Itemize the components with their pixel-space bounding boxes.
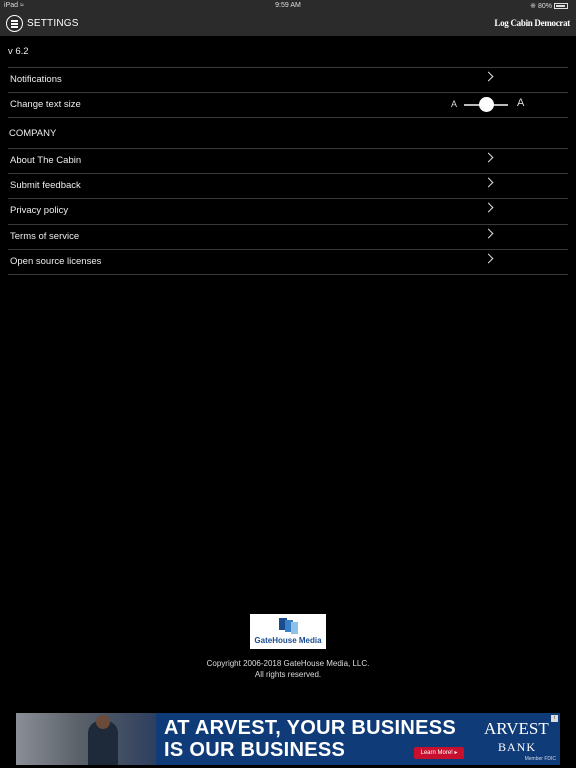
status-bar: iPad ≈ 9:59 AM ※ 80% <box>0 0 576 12</box>
section-title-company: COMPANY <box>9 128 57 139</box>
gatehouse-logo: GateHouse Media <box>250 614 326 649</box>
row-label: Privacy policy <box>10 205 69 216</box>
chevron-right-icon <box>483 152 494 163</box>
notifications-row[interactable]: Notifications <box>0 67 576 92</box>
rights-line: All rights reserved. <box>254 670 322 679</box>
text-size-slider[interactable]: A A <box>448 97 532 112</box>
slider-thumb[interactable] <box>478 97 494 112</box>
ad-member-fdic: Member FDIC <box>524 756 556 762</box>
row-label: Notifications <box>10 74 62 85</box>
chevron-right-icon <box>483 253 494 264</box>
terms-row[interactable]: Terms of service <box>0 224 576 249</box>
ad-banner[interactable]: AT ARVEST, YOUR BUSINESS IS OUR BUSINESS… <box>16 713 560 765</box>
nav-bar: SETTINGS Log Cabin Democrat <box>0 12 576 36</box>
feedback-row[interactable]: Submit feedback <box>0 173 576 198</box>
row-label: Terms of service <box>10 231 80 242</box>
row-label: About The Cabin <box>10 155 82 166</box>
battery-status: ※ 80% <box>530 2 568 10</box>
chevron-right-icon <box>483 228 494 239</box>
small-text-icon: A <box>451 99 458 109</box>
battery-icon <box>554 3 568 10</box>
licenses-row[interactable]: Open source licenses <box>0 249 576 274</box>
ad-bank-logo: ARVEST <box>484 719 549 738</box>
copyright-line: Copyright 2006-2018 GateHouse Media, LLC… <box>206 659 370 668</box>
ad-photo <box>16 713 156 765</box>
ad-headline: AT ARVEST, YOUR BUSINESS IS OUR BUSINESS <box>164 717 457 761</box>
row-label: Submit feedback <box>10 180 81 191</box>
chevron-right-icon <box>483 177 494 188</box>
adchoices-icon[interactable]: i <box>551 715 558 722</box>
divider <box>8 117 568 118</box>
about-row[interactable]: About The Cabin <box>0 148 576 173</box>
app-version: v 6.2 <box>8 46 29 57</box>
large-text-icon: A <box>517 97 525 109</box>
privacy-row[interactable]: Privacy policy <box>0 198 576 223</box>
chevron-right-icon <box>483 202 494 213</box>
row-label: Open source licenses <box>10 256 102 267</box>
bluetooth-icon: ※ <box>530 3 537 10</box>
chevron-right-icon <box>483 71 494 82</box>
page-title: SETTINGS <box>27 18 79 29</box>
menu-icon[interactable] <box>6 15 23 32</box>
row-label: Change text size <box>10 99 81 110</box>
brand-logo: Log Cabin Democrat <box>494 18 570 28</box>
ad-bank-sub: BANK <box>498 740 537 754</box>
divider <box>8 274 568 275</box>
clock: 9:59 AM <box>275 2 301 9</box>
ad-cta-button[interactable]: Learn More! ▸ <box>414 747 464 759</box>
